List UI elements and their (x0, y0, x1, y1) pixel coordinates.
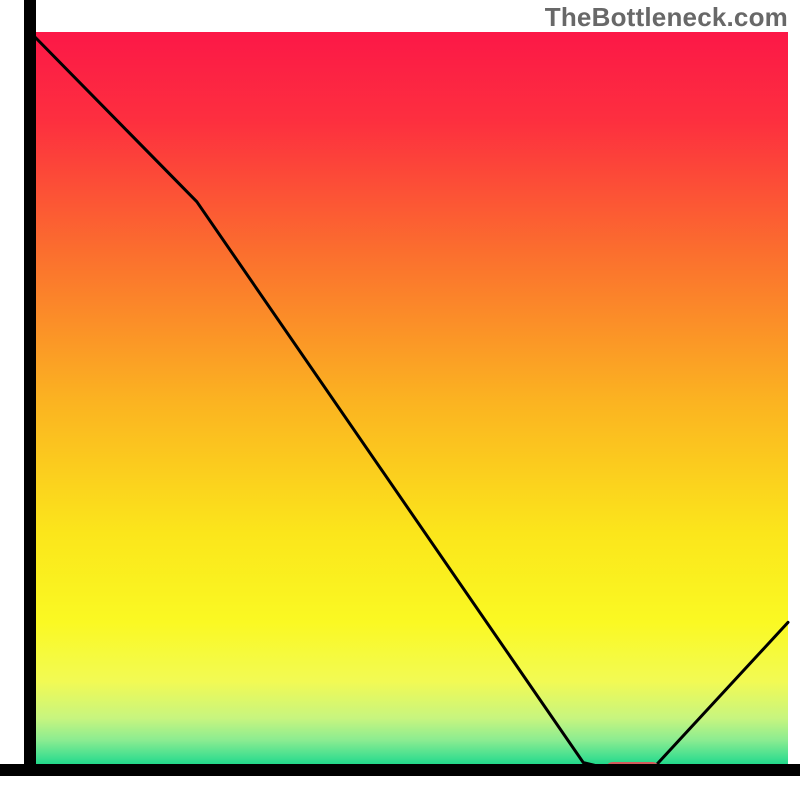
plot-background (30, 32, 788, 770)
chart-svg (0, 0, 800, 800)
watermark-text: TheBottleneck.com (545, 2, 788, 33)
plot-area (0, 0, 800, 775)
